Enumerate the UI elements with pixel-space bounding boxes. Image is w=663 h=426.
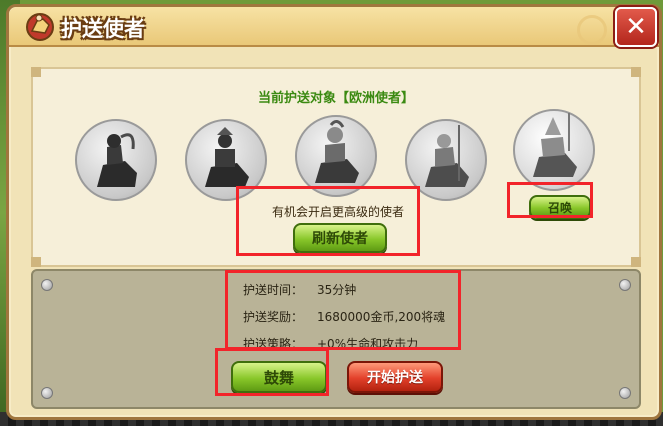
horse-rider-icon — [26, 13, 54, 41]
info-value: 1680000金币,200将魂 — [317, 310, 446, 324]
envoy-portrait-5[interactable] — [513, 109, 595, 191]
summon-button[interactable]: 召唤 — [529, 195, 591, 219]
envoy-portrait-4[interactable] — [405, 119, 487, 201]
panel-corner — [631, 257, 641, 267]
samurai-icon — [205, 127, 249, 187]
rivet — [619, 279, 631, 291]
decorative-swirl — [577, 15, 607, 45]
info-key: 护送时间： — [243, 283, 304, 297]
start-escort-button[interactable]: 开始护送 — [347, 361, 443, 393]
escort-strategy-row: 护送策略： +0%生命和攻击力 — [243, 335, 418, 352]
info-key: 护送策略： — [243, 337, 304, 351]
info-value: 35分钟 — [317, 283, 357, 297]
warrior-icon — [97, 133, 137, 187]
escort-reward-row: 护送奖励： 1680000金币,200将魂 — [243, 308, 445, 325]
lancer-icon — [425, 125, 469, 187]
dialog-title: 护送使者 — [61, 17, 145, 41]
envoy-portrait-1[interactable] — [75, 119, 157, 201]
escort-time-row: 护送时间： 35分钟 — [243, 281, 356, 298]
rivet — [619, 387, 631, 399]
current-escort-target: 当前护送对象【欧洲使者】 — [257, 91, 414, 106]
envoy-portrait-3[interactable] — [295, 115, 377, 197]
envoy-portrait-2[interactable] — [185, 119, 267, 201]
inspire-button[interactable]: 鼓舞 — [231, 361, 327, 393]
refresh-envoy-button[interactable]: 刷新使者 — [293, 223, 387, 253]
panel-corner — [31, 257, 41, 267]
envoy-panel: 当前护送对象【欧洲使者】 召唤 有机会开启更高级的使者 刷新使者 — [31, 67, 641, 267]
pharaoh-icon — [533, 113, 577, 177]
knight-icon — [315, 120, 359, 183]
refresh-hint: 有机会开启更高级的使者 — [271, 205, 404, 219]
rivet — [41, 279, 53, 291]
panel-corner — [31, 67, 41, 77]
panel-corner — [631, 67, 641, 77]
escort-dialog: 护送使者 ✕ 当前护送对象【欧洲使者】 召唤 有机会开启更高级的使者 刷新使者 … — [6, 4, 662, 420]
title-bar: 护送使者 ✕ — [9, 7, 659, 47]
escort-info-panel: 护送时间： 35分钟 护送奖励： 1680000金币,200将魂 护送策略： +0%生… — [31, 269, 641, 409]
info-key: 护送奖励： — [243, 310, 304, 324]
rivet — [41, 387, 53, 399]
close-button[interactable]: ✕ — [615, 7, 657, 47]
info-value: +0%生命和攻击力 — [317, 337, 419, 351]
